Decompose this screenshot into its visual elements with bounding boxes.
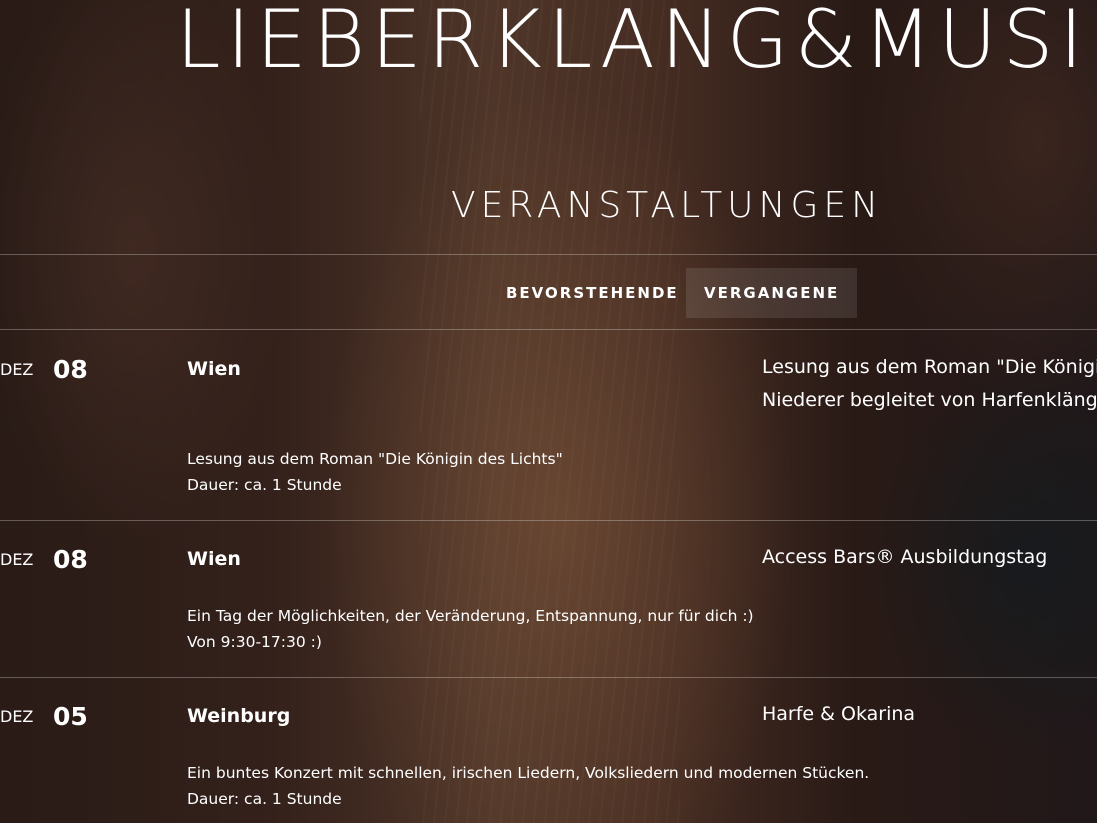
event-description-line: Von 9:30-17:30 :) [187, 633, 322, 651]
event-name-line: Niederer begleitet von Harfenklänge [762, 389, 1097, 411]
event-name-line: Lesung aus dem Roman "Die Königir [762, 356, 1097, 378]
event-description-line: Dauer: ca. 1 Stunde [187, 790, 342, 808]
event-city: Wien [187, 548, 241, 570]
event-day: 08 [53, 545, 88, 574]
section-title: VERANSTALTUNGEN [450, 185, 884, 226]
tab-upcoming[interactable]: BEVORSTEHENDE [488, 268, 697, 318]
divider-event-2 [0, 677, 1097, 678]
event-name[interactable]: Harfe & Okarina [762, 698, 1097, 731]
event-description-line: Ein buntes Konzert mit schnellen, irisch… [187, 764, 870, 782]
event-day: 08 [53, 355, 88, 384]
event-city: Weinburg [187, 705, 291, 727]
event-tabs: BEVORSTEHENDE VERGANGENE [0, 268, 1097, 318]
divider-top [0, 254, 1097, 255]
event-name[interactable]: Lesung aus dem Roman "Die Königir Nieder… [762, 351, 1097, 417]
event-description-line: Ein Tag der Möglichkeiten, der Veränderu… [187, 607, 754, 625]
event-month: DEZ [0, 707, 34, 726]
event-description: Ein Tag der Möglichkeiten, der Veränderu… [187, 603, 754, 655]
event-month: DEZ [0, 360, 34, 379]
page: LIEBERKLANG&MUSI VERANSTALTUNGEN BEVORST… [0, 0, 1097, 823]
divider-tabs [0, 329, 1097, 330]
event-city: Wien [187, 358, 241, 380]
event-description: Ein buntes Konzert mit schnellen, irisch… [187, 760, 869, 812]
event-description-line: Lesung aus dem Roman "Die Königin des Li… [187, 450, 563, 468]
event-description: Lesung aus dem Roman "Die Königin des Li… [187, 446, 563, 498]
event-description-line: Dauer: ca. 1 Stunde [187, 476, 342, 494]
site-title[interactable]: LIEBERKLANG&MUSI [176, 0, 1089, 88]
event-name[interactable]: Access Bars® Ausbildungstag [762, 541, 1097, 574]
event-day: 05 [53, 702, 88, 731]
divider-event-1 [0, 520, 1097, 521]
tab-past[interactable]: VERGANGENE [686, 268, 858, 318]
event-month: DEZ [0, 550, 34, 569]
event-name-line: Access Bars® Ausbildungstag [762, 546, 1048, 568]
event-name-line: Harfe & Okarina [762, 703, 916, 725]
